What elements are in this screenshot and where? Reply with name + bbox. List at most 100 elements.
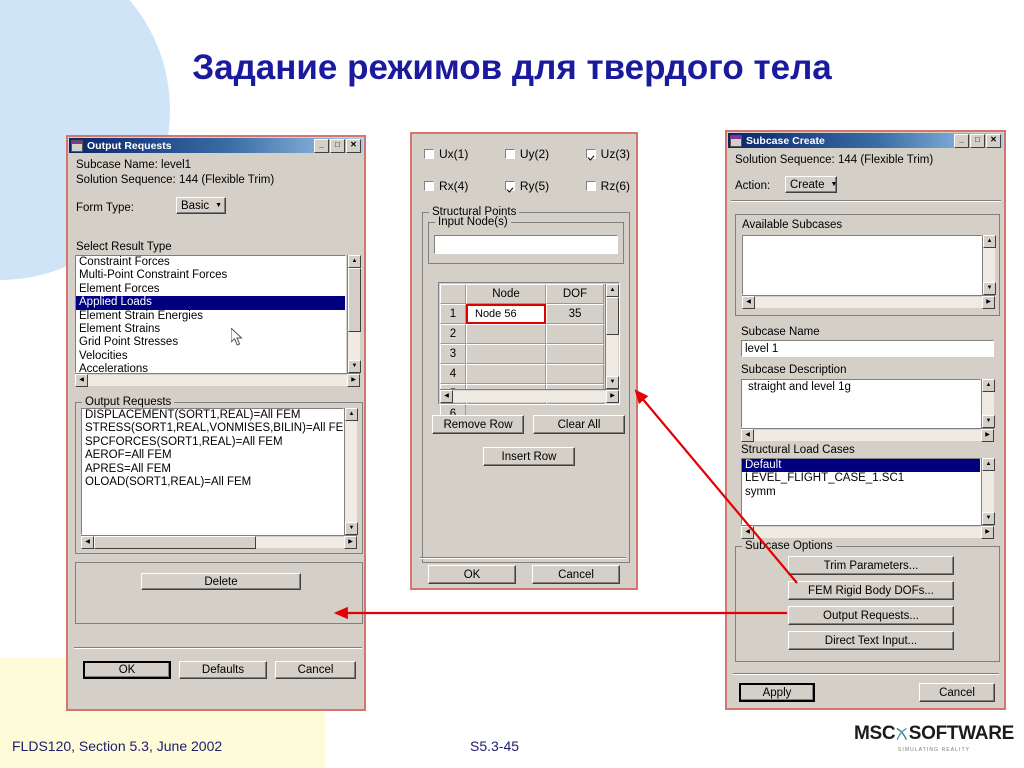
checkbox-icon[interactable]	[424, 149, 434, 159]
list-item[interactable]: symm	[742, 486, 980, 499]
structural-load-cases-list[interactable]: Default LEVEL_FLIGHT_CASE_1.SC1 symm	[742, 459, 980, 499]
scroll-left-icon[interactable]: ◀	[741, 428, 754, 442]
ok-button[interactable]: OK	[83, 661, 171, 679]
list-item[interactable]: Element Strains	[76, 323, 345, 336]
dof-checkbox-rx4[interactable]: Rx(4)	[424, 179, 468, 193]
scroll-track[interactable]	[348, 332, 360, 360]
rigid-body-dofs-window[interactable]: Ux(1) Uy(2) Uz(3) Rx(4) Ry(5) Rz(6) Structur…	[410, 132, 638, 590]
scroll-thumb[interactable]	[606, 297, 619, 335]
dof-checkbox-ux1[interactable]: Ux(1)	[424, 147, 468, 161]
table-row-index[interactable]: 3	[440, 344, 466, 364]
list-item[interactable]: Grid Point Stresses	[76, 336, 345, 349]
delete-button[interactable]: Delete	[141, 573, 301, 590]
available-subcases-listbox[interactable]: ▲ ▼ ◀ ▶	[742, 235, 996, 309]
table-cell-dof[interactable]	[546, 364, 604, 384]
scroll-down-icon[interactable]: ▼	[983, 282, 996, 295]
output-requests-hscroll[interactable]: ◀ ▶	[81, 535, 357, 549]
list-item[interactable]: Velocities	[76, 350, 345, 363]
scroll-right-icon[interactable]: ▶	[606, 389, 619, 403]
list-item[interactable]: Element Forces	[76, 283, 345, 296]
minimize-icon[interactable]: _	[314, 138, 329, 153]
output-requests-vscroll[interactable]: ▲ ▼	[344, 408, 358, 535]
table-cell-dof[interactable]	[546, 344, 604, 364]
list-item[interactable]: Applied Loads	[76, 296, 345, 310]
output-requests-listbox[interactable]: DISPLACEMENT(SORT1,REAL)=All FEM STRESS(S…	[81, 408, 358, 549]
output-requests-titlebar[interactable]: Output Requests _ □ ✕	[69, 138, 363, 153]
scroll-track[interactable]	[983, 248, 995, 282]
node-table-hscroll[interactable]: ◀ ▶	[440, 389, 619, 403]
maximize-icon[interactable]: □	[970, 133, 985, 148]
scroll-left-icon[interactable]: ◀	[75, 373, 88, 387]
checkbox-icon[interactable]	[585, 181, 596, 191]
checkbox-icon[interactable]	[424, 181, 434, 191]
result-type-listbox[interactable]: Constraint Forces Multi-Point Constraint …	[75, 255, 361, 387]
close-icon[interactable]: ✕	[986, 133, 1001, 148]
scroll-left-icon[interactable]: ◀	[81, 535, 94, 549]
defaults-button[interactable]: Defaults	[179, 661, 267, 679]
subcase-description-vscroll[interactable]: ▲ ▼	[981, 379, 995, 428]
available-subcases-hscroll[interactable]: ◀ ▶	[742, 295, 995, 309]
dof-checkbox-rz6[interactable]: Rz(6)	[585, 179, 630, 193]
output-requests-button[interactable]: Output Requests...	[788, 606, 954, 625]
output-requests-list[interactable]: DISPLACEMENT(SORT1,REAL)=All FEM STRESS(S…	[82, 409, 343, 489]
cancel-button[interactable]: Cancel	[919, 683, 995, 702]
load-cases-vscroll[interactable]: ▲ ▼	[981, 458, 995, 525]
scroll-track[interactable]	[453, 390, 606, 402]
checkbox-icon[interactable]	[585, 149, 596, 159]
scroll-up-icon[interactable]: ▲	[982, 379, 995, 392]
scroll-track[interactable]	[88, 374, 347, 386]
scroll-up-icon[interactable]: ▲	[345, 408, 358, 421]
table-row-index[interactable]: 2	[440, 324, 466, 344]
table-row-index[interactable]: 4	[440, 364, 466, 384]
scroll-up-icon[interactable]: ▲	[983, 235, 996, 248]
subcase-create-window[interactable]: Subcase Create _ □ ✕ Solution Sequence: …	[725, 130, 1006, 710]
result-type-vscroll[interactable]: ▲ ▼	[347, 255, 361, 373]
scroll-track[interactable]	[982, 392, 994, 415]
maximize-icon[interactable]: □	[330, 138, 345, 153]
scroll-right-icon[interactable]: ▶	[347, 373, 360, 387]
minimize-icon[interactable]: _	[954, 133, 969, 148]
table-cell-node[interactable]	[466, 344, 546, 364]
fem-rigid-body-dofs-button[interactable]: FEM Rigid Body DOFs...	[788, 581, 954, 600]
list-item[interactable]: Default	[742, 459, 980, 473]
result-type-hscroll[interactable]: ◀ ▶	[75, 373, 360, 387]
cancel-button[interactable]: Cancel	[275, 661, 356, 679]
list-item[interactable]: AEROF=All FEM	[82, 449, 343, 462]
scroll-track[interactable]	[256, 536, 344, 548]
node-table-vscroll[interactable]: ▲ ▼	[605, 284, 619, 389]
cancel-button[interactable]: Cancel	[532, 565, 620, 584]
scroll-right-icon[interactable]: ▶	[982, 295, 995, 309]
scroll-left-icon[interactable]: ◀	[440, 389, 453, 403]
table-cell-node[interactable]	[466, 364, 546, 384]
subcase-description-box[interactable]: straight and level 1g ▲ ▼ ◀ ▶	[741, 379, 995, 442]
scroll-up-icon[interactable]: ▲	[348, 255, 361, 268]
table-row-index[interactable]: 1	[440, 304, 466, 324]
input-nodes-field[interactable]	[434, 235, 618, 254]
table-cell-dof[interactable]	[546, 324, 604, 344]
remove-row-button[interactable]: Remove Row	[432, 415, 524, 434]
scroll-up-icon[interactable]: ▲	[982, 458, 995, 471]
scroll-right-icon[interactable]: ▶	[981, 525, 994, 539]
list-item[interactable]: Constraint Forces	[76, 256, 345, 269]
output-requests-window[interactable]: Output Requests _ □ ✕ Subcase Name: leve…	[66, 135, 366, 711]
checkbox-icon[interactable]	[504, 181, 515, 191]
list-item[interactable]: STRESS(SORT1,REAL,VONMISES,BILIN)=All FE…	[82, 422, 343, 435]
scroll-track[interactable]	[606, 335, 618, 376]
checkbox-icon[interactable]	[504, 149, 515, 159]
structural-load-cases-listbox[interactable]: Default LEVEL_FLIGHT_CASE_1.SC1 symm ▲ ▼ ◀…	[741, 458, 995, 539]
table-cell-dof[interactable]: 35	[546, 304, 604, 324]
apply-button[interactable]: Apply	[739, 683, 815, 702]
scroll-track[interactable]	[345, 421, 357, 522]
list-item[interactable]: Accelerations	[76, 363, 345, 372]
form-type-dropdown[interactable]: Basic ▼	[176, 197, 226, 214]
list-item[interactable]: APRES=All FEM	[82, 463, 343, 476]
list-item[interactable]: LEVEL_FLIGHT_CASE_1.SC1	[742, 472, 980, 485]
direct-text-input-button[interactable]: Direct Text Input...	[788, 631, 954, 650]
table-cell-node[interactable]	[466, 324, 546, 344]
scroll-right-icon[interactable]: ▶	[981, 428, 994, 442]
scroll-left-icon[interactable]: ◀	[742, 295, 755, 309]
node-dof-table-body[interactable]: NodeDOF1Node 563523456	[440, 284, 606, 424]
scroll-track[interactable]	[754, 429, 981, 441]
scroll-track[interactable]	[982, 471, 994, 512]
scroll-track[interactable]	[754, 526, 981, 538]
